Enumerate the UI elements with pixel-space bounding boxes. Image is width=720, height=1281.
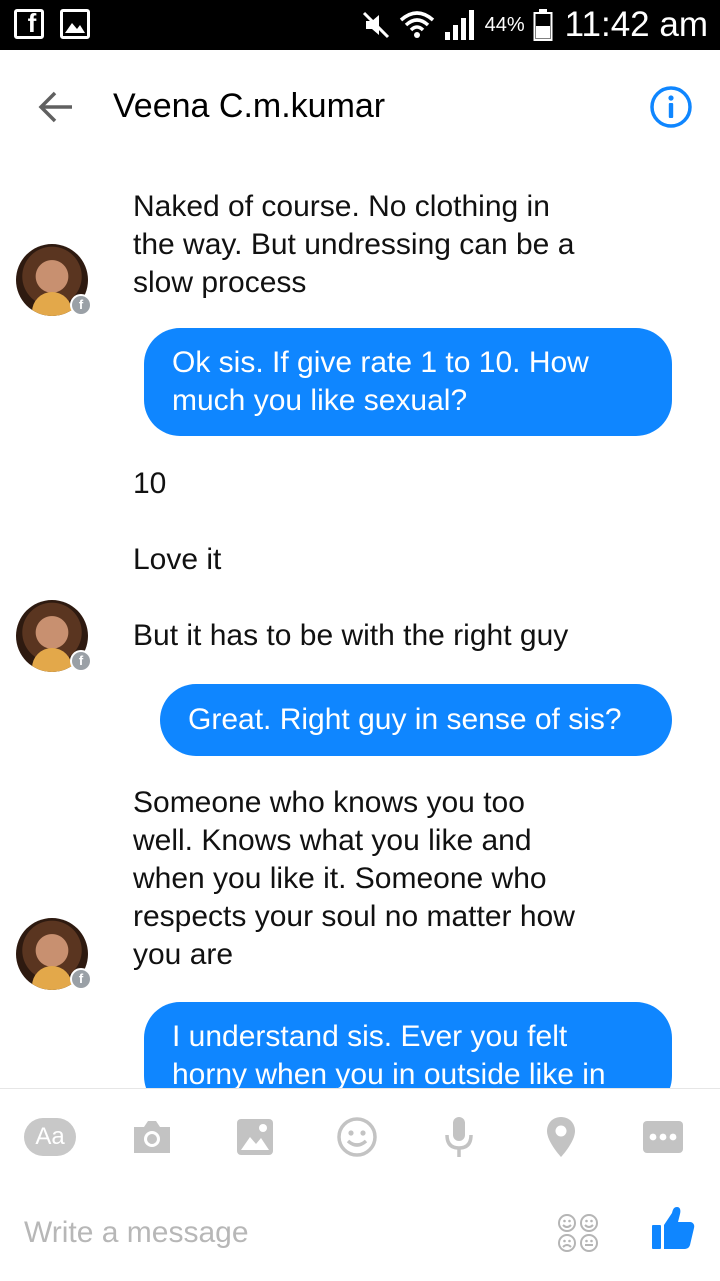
facebook-badge-icon: f	[70, 968, 92, 990]
incoming-message[interactable]: But it has to be with the right guy	[133, 617, 568, 655]
message-line: when you like it. Someone who	[133, 862, 547, 895]
facebook-icon: f	[14, 9, 44, 39]
back-arrow-icon[interactable]	[30, 82, 80, 132]
wifi-icon	[399, 11, 434, 38]
status-bar: f 44% 11:42 am	[0, 0, 720, 50]
message-line: Someone who knows you too	[133, 786, 525, 819]
message-line: Love it	[133, 543, 222, 576]
battery-percent: 44%	[484, 13, 525, 36]
incoming-message[interactable]: Naked of course. No clothing in the way.…	[133, 188, 574, 302]
message-input[interactable]	[24, 1211, 524, 1255]
message-line: slow process	[133, 266, 307, 299]
location-icon	[547, 1117, 575, 1157]
message-line: But it has to be with the right guy	[133, 619, 569, 652]
more-icon	[643, 1121, 683, 1153]
voice-button[interactable]	[431, 1111, 487, 1163]
message-line: respects your soul no matter how	[133, 900, 575, 933]
message-line: you are	[133, 938, 234, 971]
facebook-badge-icon: f	[70, 650, 92, 672]
message-line: horny when you in outside like in	[172, 1058, 606, 1088]
microphone-icon	[445, 1117, 473, 1157]
gallery-icon	[60, 9, 90, 39]
location-button[interactable]	[533, 1111, 589, 1163]
battery-icon	[533, 9, 553, 41]
image-icon	[237, 1119, 273, 1155]
outgoing-message[interactable]: Ok sis. If give rate 1 to 10. How much y…	[144, 328, 672, 436]
contact-avatar[interactable]: f	[16, 918, 92, 990]
contact-avatar[interactable]: f	[16, 244, 92, 316]
message-line: the way. But undressing can be a	[133, 228, 575, 261]
composer: Aa	[0, 1088, 720, 1281]
contact-name[interactable]: Veena C.m.kumar	[113, 84, 385, 128]
facebook-badge-icon: f	[70, 294, 92, 316]
incoming-message[interactable]: Someone who knows you too well. Knows wh…	[133, 784, 575, 974]
camera-icon	[134, 1121, 170, 1153]
incoming-message[interactable]: 10	[133, 465, 166, 503]
message-line: well. Knows what you like and	[133, 824, 532, 857]
clock: 11:42 am	[564, 5, 708, 44]
message-line: Great. Right guy in sense of sis?	[188, 703, 622, 736]
gallery-button[interactable]	[227, 1111, 283, 1163]
mute-icon	[362, 11, 389, 39]
message-line: 10	[133, 467, 167, 500]
emoji-icon	[337, 1117, 377, 1157]
contact-avatar[interactable]: f	[16, 600, 92, 672]
message-thread[interactable]: Naked of course. No clothing in the way.…	[0, 162, 720, 1088]
emoji-button[interactable]	[329, 1111, 385, 1163]
message-line: Ok sis. If give rate 1 to 10. How	[172, 346, 589, 379]
signal-icon	[444, 10, 474, 40]
message-line: much you like sexual?	[172, 384, 468, 417]
message-line: Naked of course. No clothing in	[133, 190, 550, 223]
incoming-message[interactable]: Love it	[133, 541, 221, 579]
info-icon[interactable]	[649, 85, 693, 129]
outgoing-message[interactable]: I understand sis. Ever you felt horny wh…	[144, 1002, 672, 1088]
camera-button[interactable]	[124, 1111, 180, 1163]
thumbs-up-icon[interactable]	[650, 1205, 696, 1251]
sticker-icon[interactable]	[556, 1212, 600, 1254]
message-line: I understand sis. Ever you felt	[172, 1020, 568, 1053]
conversation-header: Veena C.m.kumar	[0, 50, 720, 162]
text-format-button[interactable]: Aa	[22, 1111, 78, 1163]
more-button[interactable]	[635, 1111, 691, 1163]
outgoing-message[interactable]: Great. Right guy in sense of sis?	[160, 684, 672, 756]
text-format-icon: Aa	[24, 1118, 76, 1156]
